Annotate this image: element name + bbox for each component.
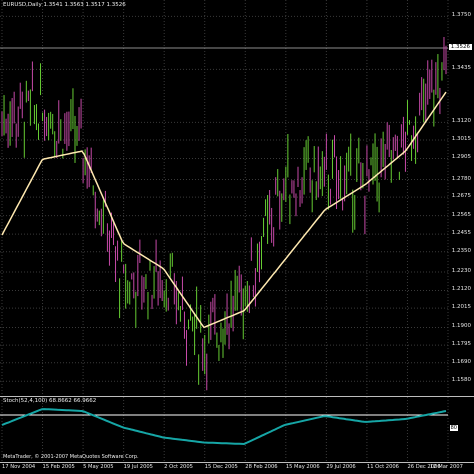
price-axis-label: 1.1795 <box>451 341 471 348</box>
oscillator-level-label: 80 <box>449 425 458 431</box>
time-axis-label: 29 Jul 2006 <box>326 464 356 470</box>
price-axis-label: 1.2120 <box>451 286 471 293</box>
time-axis-label: 5 May 2005 <box>83 464 114 470</box>
price-axis-label: 1.2780 <box>451 175 471 182</box>
time-axis-label: 2 Oct 2005 <box>164 464 193 470</box>
copyright-text: MetaTrader, © 2001-2007 MetaQuotes Softw… <box>3 454 139 460</box>
price-axis-label: 1.2565 <box>451 211 471 218</box>
price-axis-label: 1.2230 <box>451 267 471 274</box>
time-axis-label: 15 Feb 2005 <box>42 464 75 470</box>
price-axis-label: 1.2675 <box>451 193 471 200</box>
time-axis-label: 15 May 2006 <box>285 464 320 470</box>
chart-window[interactable]: EURUSD,Daily 1.3541 1.3563 1.3517 1.3526… <box>0 0 474 474</box>
price-axis-label: 1.3120 <box>451 118 471 125</box>
price-chart[interactable] <box>0 0 474 396</box>
time-axis-label: 17 Nov 2004 <box>2 464 36 470</box>
time-axis-label: 11 Oct 2006 <box>366 464 399 470</box>
oscillator-pane[interactable]: Stoch(52,4,100) 68.8662 66.9662 80 MetaT… <box>0 396 474 463</box>
price-axis-label: 1.3435 <box>451 65 471 72</box>
oscillator-main-line <box>1 408 447 446</box>
time-axis-label: 28 Feb 2006 <box>245 464 278 470</box>
price-axis-label: 1.2350 <box>451 247 471 254</box>
symbol-info: EURUSD,Daily 1.3541 1.3563 1.3517 1.3526 <box>3 2 126 8</box>
price-axis-label: 1.1580 <box>451 377 471 384</box>
time-axis: 17 Nov 2004 15 Feb 2005 5 May 2005 19 Jul 2… <box>0 462 474 474</box>
time-axis-label: 12 Mar 2007 <box>430 464 463 470</box>
oscillator-title: Stoch(52,4,100) 68.8662 66.9662 <box>3 398 97 404</box>
price-axis-label: 1.1690 <box>451 358 471 365</box>
time-axis-label: 19 Jul 2005 <box>123 464 153 470</box>
price-axis-label: 1.2015 <box>451 304 471 311</box>
price-axis-label: 1.3015 <box>451 135 471 142</box>
current-price-label: 1.3526 <box>448 44 472 50</box>
time-axis-label: 15 Dec 2005 <box>204 464 238 470</box>
price-axis-label: 1.2905 <box>451 154 471 161</box>
price-axis-label: 1.2455 <box>451 230 471 237</box>
price-axis-label: 1.1900 <box>451 323 471 330</box>
price-axis-label: 1.3750 <box>451 12 471 19</box>
price-pane[interactable]: EURUSD,Daily 1.3541 1.3563 1.3517 1.3526… <box>0 0 474 396</box>
